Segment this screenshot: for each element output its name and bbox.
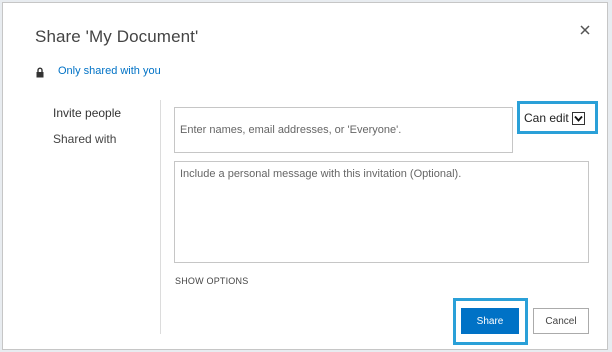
nav-item-shared-with[interactable]: Shared with [53, 132, 116, 146]
close-icon[interactable] [578, 23, 592, 37]
share-dialog: Share 'My Document' Only shared with you… [2, 2, 608, 350]
permission-selected-label: Can edit [524, 111, 569, 125]
nav-divider [160, 100, 161, 334]
chevron-down-icon[interactable] [571, 111, 585, 125]
dialog-title: Share 'My Document' [35, 27, 199, 46]
show-options-link[interactable]: SHOW OPTIONS [175, 276, 248, 286]
permission-dropdown[interactable]: Can edit [523, 109, 585, 127]
sharing-status-link[interactable]: Only shared with you [58, 65, 161, 77]
people-picker-input[interactable] [174, 107, 513, 153]
personal-message-textarea[interactable] [174, 161, 589, 263]
cancel-button[interactable]: Cancel [533, 308, 589, 334]
share-button[interactable]: Share [461, 308, 519, 334]
lock-icon [36, 65, 44, 78]
nav-item-invite-people[interactable]: Invite people [53, 106, 121, 120]
